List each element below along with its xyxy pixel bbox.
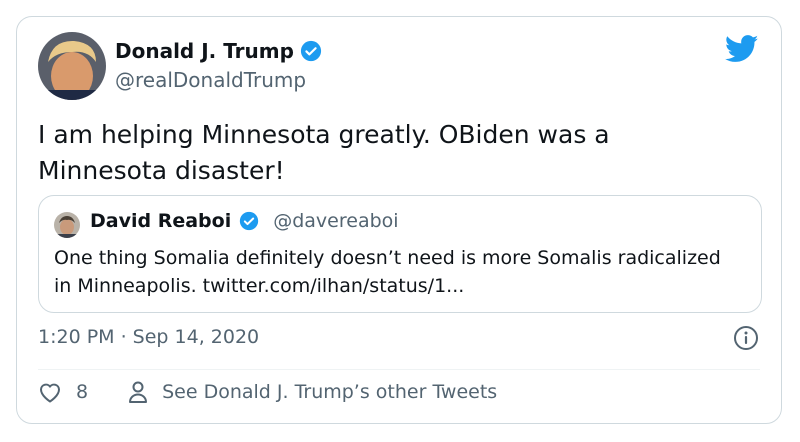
- twitter-bird-icon[interactable]: [725, 35, 759, 63]
- see-other-tweets-link[interactable]: See Donald J. Trump’s other Tweets: [162, 381, 497, 403]
- person-icon[interactable]: [128, 381, 148, 403]
- quoted-header: David Reaboi @davereaboi: [90, 210, 399, 232]
- divider: [38, 369, 760, 370]
- author-handle[interactable]: @realDonaldTrump: [115, 68, 306, 92]
- like-count[interactable]: 8: [76, 381, 88, 403]
- tweet-text: I am helping Minnesota greatly. OBiden w…: [38, 120, 610, 185]
- author-name[interactable]: Donald J. Trump: [115, 39, 294, 63]
- tweet-actions: 8 See Donald J. Trump’s other Tweets: [38, 381, 497, 403]
- quoted-tweet-text: One thing Somalia definitely doesn’t nee…: [54, 247, 721, 297]
- quoted-author-name: David Reaboi: [90, 210, 232, 232]
- quoted-author-handle: @davereaboi: [273, 210, 399, 232]
- author-name-row[interactable]: Donald J. Trump: [115, 39, 322, 63]
- info-icon[interactable]: [733, 325, 759, 351]
- verified-icon: [239, 211, 259, 231]
- avatar[interactable]: [38, 32, 106, 100]
- verified-icon: [300, 40, 322, 62]
- tweet-timestamp[interactable]: 1:20 PM · Sep 14, 2020: [38, 326, 259, 348]
- quoted-tweet[interactable]: David Reaboi @davereaboi One thing Somal…: [38, 195, 762, 313]
- tweet-card: Donald J. Trump @realDonaldTrump I am he…: [16, 16, 782, 424]
- quoted-avatar[interactable]: [54, 212, 80, 238]
- heart-icon[interactable]: [38, 381, 62, 403]
